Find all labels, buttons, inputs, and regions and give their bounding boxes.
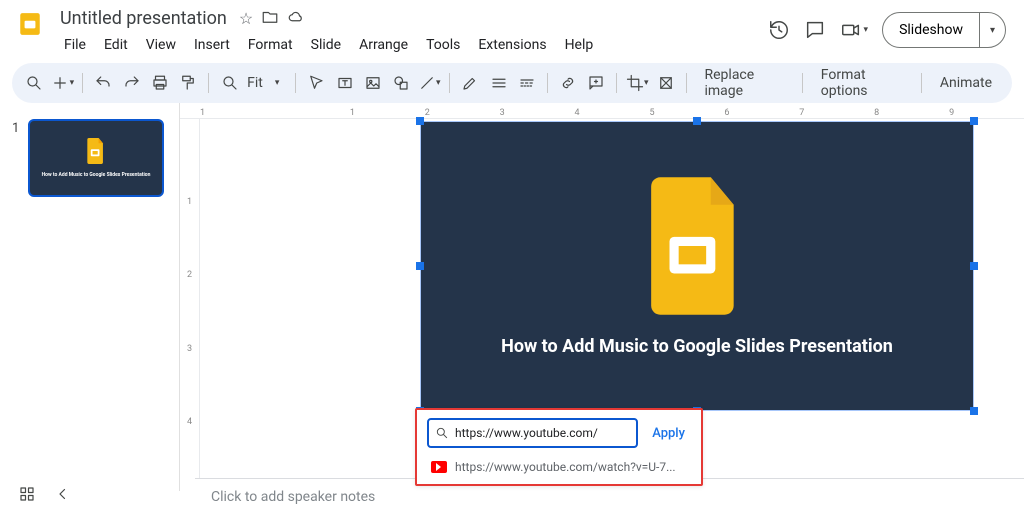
link-icon[interactable] bbox=[556, 69, 580, 97]
menu-insert[interactable]: Insert bbox=[186, 33, 238, 57]
slideshow-main-button[interactable]: Slideshow bbox=[883, 13, 980, 47]
filmstrip-footer bbox=[0, 478, 195, 514]
apply-button[interactable]: Apply bbox=[646, 426, 691, 441]
menu-tools[interactable]: Tools bbox=[418, 33, 468, 57]
border-color-icon[interactable] bbox=[458, 69, 482, 97]
menu-view[interactable]: View bbox=[138, 33, 184, 57]
selection-handle[interactable] bbox=[416, 262, 424, 270]
shape-tool-icon[interactable] bbox=[389, 69, 413, 97]
menu-format[interactable]: Format bbox=[240, 33, 301, 57]
slide-canvas[interactable]: How to Add Music to Google Slides Presen… bbox=[420, 121, 974, 411]
textbox-tool-icon[interactable] bbox=[332, 69, 356, 97]
menu-edit[interactable]: Edit bbox=[96, 33, 136, 57]
border-weight-icon[interactable] bbox=[487, 69, 511, 97]
selection-handle[interactable] bbox=[970, 117, 978, 125]
thumb-logo-icon bbox=[83, 138, 109, 168]
header: Untitled presentation ☆ File Edit View I… bbox=[0, 0, 1024, 57]
slideshow-button: Slideshow ▾ bbox=[882, 12, 1006, 48]
selection-handle[interactable] bbox=[970, 407, 978, 415]
new-slide-icon[interactable]: ▾ bbox=[50, 69, 74, 97]
doc-title[interactable]: Untitled presentation bbox=[56, 6, 231, 31]
select-tool-icon[interactable] bbox=[304, 69, 328, 97]
redo-icon[interactable] bbox=[120, 69, 144, 97]
replace-image-label: Replace image bbox=[705, 67, 784, 99]
search-icon bbox=[435, 426, 449, 440]
image-tool-icon[interactable] bbox=[361, 69, 385, 97]
menu-arrange[interactable]: Arrange bbox=[351, 33, 416, 57]
line-tool-icon[interactable]: ▾ bbox=[417, 69, 441, 97]
title-block: Untitled presentation ☆ File Edit View I… bbox=[56, 6, 601, 57]
selection-handle[interactable] bbox=[693, 117, 701, 125]
zoom-value: Fit bbox=[241, 75, 269, 91]
insert-link-popup: Apply https://www.youtube.com/watch?v=U-… bbox=[415, 408, 703, 486]
link-suggestion-text: https://www.youtube.com/watch?v=U-7... bbox=[455, 460, 687, 474]
comments-icon[interactable] bbox=[804, 19, 826, 41]
header-right: ▾ Slideshow ▾ bbox=[768, 6, 1012, 48]
menu-slide[interactable]: Slide bbox=[303, 33, 349, 57]
menu-file[interactable]: File bbox=[56, 33, 94, 57]
selection-handle[interactable] bbox=[970, 262, 978, 270]
present-camera-icon[interactable]: ▾ bbox=[840, 19, 869, 41]
replace-image-button[interactable]: Replace image bbox=[695, 69, 794, 97]
slide-title-text: How to Add Music to Google Slides Presen… bbox=[501, 336, 893, 357]
history-icon[interactable] bbox=[768, 19, 790, 41]
grid-view-icon[interactable] bbox=[18, 485, 36, 507]
menu-help[interactable]: Help bbox=[557, 33, 602, 57]
cloud-status-icon[interactable] bbox=[287, 8, 305, 30]
menu-extensions[interactable]: Extensions bbox=[470, 33, 554, 57]
print-icon[interactable] bbox=[148, 69, 172, 97]
toolbar: ▾ Fit ▾ ▾ ▾ Replace image Format options… bbox=[12, 63, 1012, 103]
ruler-horizontal: 1123456789 bbox=[180, 103, 1024, 119]
selection-handle[interactable] bbox=[416, 117, 424, 125]
slide-thumbnail[interactable]: How to Add Music to Google Slides Presen… bbox=[28, 119, 164, 197]
collapse-filmstrip-icon[interactable] bbox=[54, 485, 72, 507]
slide-number: 1 bbox=[12, 121, 19, 136]
link-url-input[interactable] bbox=[455, 426, 630, 440]
menu-bar: File Edit View Insert Format Slide Arran… bbox=[56, 33, 601, 57]
format-options-label: Format options bbox=[821, 67, 903, 99]
animate-label: Animate bbox=[940, 75, 992, 91]
thumb-title: How to Add Music to Google Slides Presen… bbox=[42, 172, 151, 178]
border-dash-icon[interactable] bbox=[515, 69, 539, 97]
filmstrip: 1 How to Add Music to Google Slides Pres… bbox=[0, 103, 180, 491]
link-suggestion-row[interactable]: https://www.youtube.com/watch?v=U-7... bbox=[427, 458, 691, 476]
move-icon[interactable] bbox=[261, 8, 279, 30]
slideshow-label: Slideshow bbox=[899, 22, 963, 38]
slides-file-icon bbox=[642, 176, 752, 320]
ruler-vertical: 1234 bbox=[180, 119, 200, 491]
search-menu-icon[interactable] bbox=[22, 69, 46, 97]
comment-add-icon[interactable] bbox=[584, 69, 608, 97]
format-options-button[interactable]: Format options bbox=[811, 69, 913, 97]
link-input-wrapper[interactable] bbox=[427, 418, 638, 448]
slideshow-dropdown[interactable]: ▾ bbox=[980, 13, 1005, 47]
slide-content: How to Add Music to Google Slides Presen… bbox=[421, 122, 973, 410]
undo-icon[interactable] bbox=[91, 69, 115, 97]
slides-logo[interactable] bbox=[12, 6, 48, 42]
speaker-notes-placeholder: Click to add speaker notes bbox=[211, 489, 375, 505]
mask-reset-icon[interactable] bbox=[653, 69, 677, 97]
crop-icon[interactable]: ▾ bbox=[625, 69, 649, 97]
zoom-control[interactable]: Fit ▾ bbox=[217, 74, 287, 92]
star-icon[interactable]: ☆ bbox=[239, 9, 253, 28]
youtube-icon bbox=[431, 461, 447, 473]
paint-format-icon[interactable] bbox=[176, 69, 200, 97]
animate-button[interactable]: Animate bbox=[930, 69, 1002, 97]
